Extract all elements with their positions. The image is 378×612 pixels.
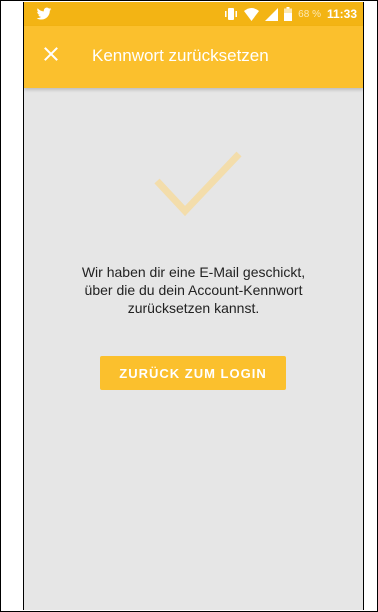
status-clock: 11:33 [326, 7, 357, 21]
wifi-icon [244, 7, 260, 21]
status-bar: 68 % 11:33 [24, 2, 363, 26]
close-icon [44, 46, 58, 66]
phone-screen: 68 % 11:33 Kennwort zurücksetzen Wir hab… [23, 2, 364, 610]
screenshot-frame: 68 % 11:33 Kennwort zurücksetzen Wir hab… [0, 0, 378, 612]
confirmation-message: Wir haben dir eine E-Mail geschickt, übe… [24, 263, 363, 317]
message-line: zurücksetzen kannst. [127, 300, 260, 316]
close-button[interactable] [36, 41, 66, 71]
app-bar: Kennwort zurücksetzen [24, 26, 363, 88]
message-line: Wir haben dir eine E-Mail geschickt, [81, 264, 306, 280]
page-title: Kennwort zurücksetzen [92, 46, 269, 65]
message-line: über die du dein Account-Kennwort [84, 282, 303, 298]
twitter-icon [36, 6, 52, 22]
battery-icon [284, 7, 293, 21]
back-to-login-button[interactable]: ZURÜCK ZUM LOGIN [100, 356, 286, 390]
checkmark-icon [152, 148, 244, 218]
signal-icon [265, 7, 279, 21]
vibrate-icon [224, 7, 238, 21]
battery-percent: 68 % [298, 8, 321, 20]
